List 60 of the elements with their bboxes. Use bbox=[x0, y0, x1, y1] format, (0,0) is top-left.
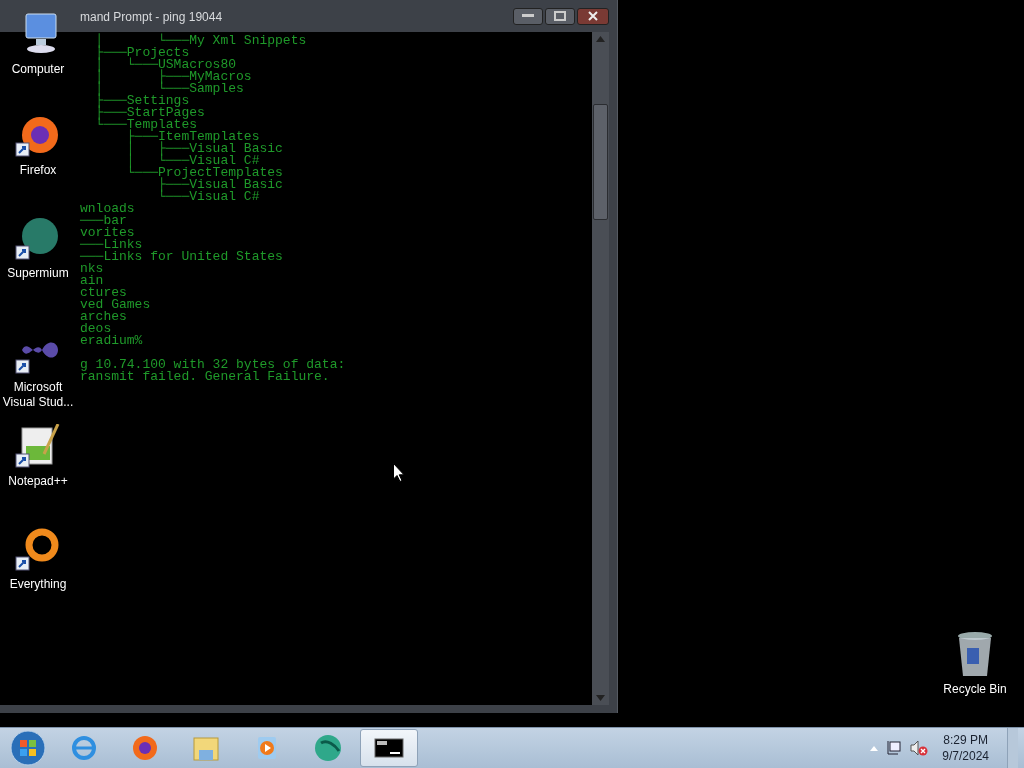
desktop-icon-label[interactable]: Firefox bbox=[19, 163, 57, 178]
console-line: vorites bbox=[80, 227, 135, 239]
console-line: ├───Visual Basic bbox=[158, 179, 283, 191]
speaker-muted-icon[interactable] bbox=[910, 740, 929, 756]
console-line: ved Games bbox=[80, 299, 151, 311]
clock-date: 9/7/2024 bbox=[942, 748, 989, 764]
console-line: ctures bbox=[80, 287, 127, 299]
trash-can-icon bbox=[955, 630, 995, 678]
start-orb-icon bbox=[10, 730, 46, 766]
console-line: ransmit failed. General Failure. bbox=[80, 371, 330, 383]
console-line: └───ProjectTemplates bbox=[125, 167, 283, 179]
console-line: eradium% bbox=[80, 335, 143, 347]
notepad-icon bbox=[14, 424, 62, 470]
console-line: │ ├───Visual Basic bbox=[125, 143, 283, 155]
up-arrow-icon[interactable] bbox=[596, 36, 605, 42]
console-line: │ └───Visual C# bbox=[125, 155, 260, 167]
desktop-icon-label[interactable]: Recycle Bin bbox=[943, 682, 1007, 697]
console-line: │ └───My Xml Snippets bbox=[94, 35, 307, 47]
console-line: ├───StartPages bbox=[94, 107, 205, 119]
close-button[interactable] bbox=[577, 7, 609, 25]
console-line: arches bbox=[80, 311, 127, 323]
minimize-icon bbox=[522, 14, 534, 18]
console-line: │ └───USMacros80 bbox=[94, 59, 237, 71]
maximize-button[interactable] bbox=[545, 7, 575, 25]
console-line: deos bbox=[80, 323, 112, 335]
clock-time: 8:29 PM bbox=[943, 732, 988, 748]
desktop-icon-label[interactable]: Notepad++ bbox=[8, 474, 68, 489]
console-line: ───bar bbox=[80, 215, 127, 227]
console-line: └───Visual C# bbox=[157, 191, 260, 203]
console-line: ───Links bbox=[80, 239, 143, 251]
console-line: ├───ItemTemplates bbox=[126, 131, 260, 143]
desktop-icon-label[interactable]: Computer bbox=[11, 62, 65, 77]
down-arrow-icon[interactable] bbox=[596, 695, 605, 701]
console-line: │ ├───MyMacros bbox=[94, 71, 252, 83]
firefox-icon bbox=[130, 733, 160, 763]
window-title: mand Prompt - ping 19044 bbox=[79, 9, 223, 24]
console-line: ├───Settings bbox=[94, 95, 190, 107]
scrollbar[interactable] bbox=[592, 32, 609, 705]
desktop-icon-label[interactable]: Microsoft Visual Stud... bbox=[0, 380, 76, 410]
minimize-button[interactable] bbox=[513, 7, 543, 25]
console-line: ain bbox=[80, 275, 104, 287]
desktop-icon-label[interactable]: Supermium bbox=[7, 266, 69, 281]
close-icon bbox=[587, 11, 599, 21]
network-icon[interactable] bbox=[886, 740, 903, 756]
taskbar-button[interactable] bbox=[360, 729, 418, 767]
console-line: wnloads bbox=[80, 203, 135, 215]
scrollbar-thumb[interactable] bbox=[593, 104, 608, 220]
chevron-up-icon[interactable] bbox=[870, 745, 879, 751]
console-line: ├───Projects bbox=[94, 47, 190, 59]
desktop-icon-label[interactable]: Everything bbox=[9, 577, 67, 592]
console-line: └───Templates bbox=[94, 119, 198, 131]
console-line: ───Links for United States bbox=[80, 251, 283, 263]
console-line: nks bbox=[80, 263, 104, 275]
maximize-icon bbox=[554, 11, 566, 21]
clock[interactable]: 8:29 PM 9/7/2024 bbox=[942, 732, 989, 764]
mouse-pointer-icon bbox=[393, 463, 405, 482]
console-line: │ └───Samples bbox=[94, 83, 244, 95]
console-line: g 10.74.100 with 32 bytes of data: bbox=[80, 359, 346, 371]
browser-e-icon bbox=[69, 733, 99, 763]
globe-icon bbox=[313, 733, 343, 763]
